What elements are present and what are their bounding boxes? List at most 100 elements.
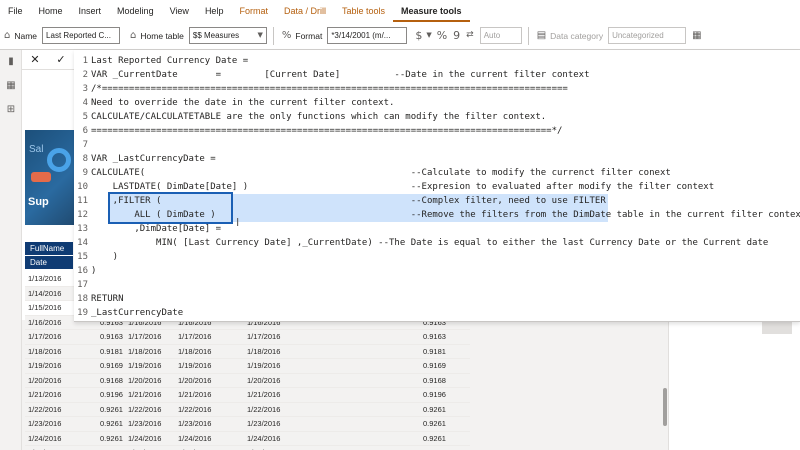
table-cell: 0.9217 bbox=[100, 446, 123, 450]
table-cell: 1/22/2016 bbox=[128, 404, 162, 414]
code-line[interactable]: 7 bbox=[74, 138, 800, 152]
code-line[interactable]: 5 CALCULATE/CALCULATETABLE are the only f… bbox=[74, 110, 800, 124]
table-cell: 1/14/2016 bbox=[28, 288, 62, 298]
line-number: 12 bbox=[77, 210, 88, 220]
table-cell: 1/19/2016 bbox=[178, 361, 212, 370]
text-cursor-icon: I bbox=[236, 216, 240, 229]
home-table-label: Home table bbox=[140, 30, 184, 41]
line-number: 14 bbox=[77, 238, 88, 248]
code-line[interactable]: 16) bbox=[74, 264, 800, 278]
table-cell: 0.9196 bbox=[100, 390, 123, 399]
table-cell: 1/25/2016 bbox=[28, 446, 61, 450]
code-line[interactable]: 10 LASTDATE( DimDate[Date] ) --Expresion… bbox=[74, 180, 800, 194]
code-text: VAR _LastCurrencyDate = bbox=[91, 154, 216, 164]
home-table-dropdown[interactable]: $$ Measures ▼ bbox=[188, 27, 267, 44]
tab-format[interactable]: Format bbox=[231, 0, 276, 22]
ribbon-toolbar: ⌂ Name Last Reported C... ⌂ Home table $… bbox=[0, 22, 800, 50]
cancel-icon[interactable]: ✕ bbox=[30, 53, 39, 66]
name-input[interactable]: Last Reported C... bbox=[42, 27, 121, 44]
tab-data-drill[interactable]: Data / Drill bbox=[276, 0, 334, 22]
code-line[interactable]: 17 bbox=[74, 278, 800, 292]
table-cell: 1/24/2016 bbox=[28, 433, 62, 443]
code-line[interactable]: 18 RETURN bbox=[74, 292, 800, 306]
code-line[interactable]: 12 ALL ( DimDate ) --Remove the filters … bbox=[74, 208, 800, 222]
tab-view[interactable]: View bbox=[162, 0, 197, 22]
tab-table-tools[interactable]: Table tools bbox=[334, 0, 393, 22]
table-cell: 1/18/2016 bbox=[247, 346, 281, 356]
code-line[interactable]: 9 CALCULATE( --Calculate to modify the cu… bbox=[74, 166, 800, 180]
table-row: 1/23/2016 0.9261 1/23/2016 1/23/2016 1/23/20… bbox=[25, 417, 470, 432]
tab-home[interactable]: Home bbox=[31, 0, 71, 22]
tab-help[interactable]: Help bbox=[197, 0, 232, 22]
data-view-icon[interactable]: ▦ bbox=[5, 80, 17, 92]
code-line[interactable]: 13 ,DimDate[Date] = bbox=[74, 222, 800, 236]
table-cell: 1/18/2016 bbox=[178, 346, 212, 356]
code-line[interactable]: 2 VAR _CurrentDate = [Current Date] --Dat… bbox=[74, 68, 800, 82]
power-bi-window: File Home Insert Modeling View Help Form… bbox=[0, 0, 800, 450]
table-cell: 0.9163 bbox=[100, 332, 123, 341]
table-cell: 0.9169 bbox=[100, 361, 123, 370]
code-line[interactable]: 1 Last Reported Currency Date = bbox=[74, 54, 800, 68]
format-value: *3/14/2001 (m/... bbox=[331, 31, 391, 40]
table-scrollbar-thumb[interactable] bbox=[663, 388, 667, 426]
code-text: CALCULATE( --Calculate to modify the cur… bbox=[91, 168, 671, 178]
table-cell: 1/24/2016 bbox=[128, 433, 162, 443]
percent-icon[interactable]: % bbox=[437, 30, 447, 41]
table-cell: 1/21/2016 bbox=[247, 390, 281, 399]
code-line[interactable]: 19 _LastCurrencyDate bbox=[74, 306, 800, 320]
code-line[interactable]: 8 VAR _LastCurrencyDate = bbox=[74, 152, 800, 166]
table-row: 1/19/2016 0.9169 1/19/2016 1/19/2016 1/19/20… bbox=[25, 359, 470, 374]
table-cell: 1/21/2016 bbox=[178, 390, 212, 399]
tab-measure-tools[interactable]: Measure tools bbox=[393, 0, 470, 22]
table-cell: 0.9181 bbox=[100, 346, 123, 356]
table-cell: 1/16/2016 bbox=[28, 317, 62, 327]
table-row: 1/20/2016 0.9168 1/20/2016 1/20/2016 1/20/20… bbox=[25, 373, 470, 388]
code-text: VAR _CurrentDate = [Current Date] --Date… bbox=[91, 70, 590, 80]
code-text: Need to override the date in the current… bbox=[91, 98, 395, 108]
code-text: ) bbox=[91, 252, 119, 262]
code-text: ) bbox=[91, 266, 97, 276]
code-line[interactable]: 11 ,FILTER ( --Complex filter, need to u… bbox=[74, 194, 800, 208]
table-cell: 1/19/2016 bbox=[128, 361, 162, 370]
table-cell: 0.9181 bbox=[423, 346, 446, 356]
code-line[interactable]: 15 ) bbox=[74, 250, 800, 264]
code-text: _LastCurrencyDate bbox=[91, 308, 184, 318]
column-header-date[interactable]: Date bbox=[25, 256, 73, 269]
code-line[interactable]: 14 MIN( [Last Currency Date] ,_CurrentDa… bbox=[74, 236, 800, 250]
table-cell: 1/25/2016 bbox=[247, 446, 280, 450]
table-cell: 1/20/2016 bbox=[247, 375, 281, 385]
code-line[interactable]: 3/*=====================================… bbox=[74, 82, 800, 96]
tab-insert[interactable]: Insert bbox=[71, 0, 110, 22]
currency-icon[interactable]: $ bbox=[415, 30, 422, 41]
column-header-fullname[interactable]: FullName bbox=[25, 242, 73, 255]
table-cell: 0.9168 bbox=[423, 375, 446, 385]
table-cell: 1/25/2016 bbox=[178, 446, 211, 450]
code-line[interactable]: 6 =======================================… bbox=[74, 124, 800, 138]
data-category-dropdown[interactable]: Uncategorized bbox=[608, 27, 687, 44]
data-category-group: ▤ Data category Uncategorized ▦ bbox=[533, 26, 702, 46]
comma-style-icon[interactable]: 9 bbox=[453, 30, 460, 41]
dax-formula-editor[interactable]: 1 Last Reported Currency Date = 2 VAR _Curr… bbox=[74, 50, 800, 322]
code-text: MIN( [Last Currency Date] ,_CurrentDate)… bbox=[91, 238, 769, 248]
line-number: 16 bbox=[77, 266, 88, 276]
decimal-icon[interactable]: ⇄ bbox=[466, 31, 474, 40]
code-text: ========================================… bbox=[91, 126, 563, 136]
table-cell: 0.9168 bbox=[100, 375, 123, 385]
decimal-places-input[interactable]: Auto bbox=[479, 27, 522, 44]
model-view-icon[interactable]: ⊞ bbox=[5, 104, 17, 116]
table-cell: 0.9261 bbox=[423, 404, 446, 414]
table-cell: 0.9261 bbox=[100, 419, 123, 428]
format-dropdown[interactable]: *3/14/2001 (m/... bbox=[327, 27, 408, 44]
code-line[interactable]: 4 Need to override the date in the curren… bbox=[74, 96, 800, 110]
data-category-label: Data category bbox=[550, 30, 604, 41]
table-cell: 1/25/2016 bbox=[128, 446, 161, 450]
table-cell: 1/21/2016 bbox=[128, 390, 162, 399]
tab-file[interactable]: File bbox=[0, 0, 31, 22]
tab-modeling[interactable]: Modeling bbox=[109, 0, 162, 22]
report-view-icon[interactable]: ▮ bbox=[5, 56, 17, 68]
commit-icon[interactable]: ✓ bbox=[56, 53, 65, 66]
line-number: 17 bbox=[77, 280, 88, 290]
table-cell: 0.9217 bbox=[423, 446, 446, 450]
line-number: 5 bbox=[82, 112, 88, 122]
table-cell: 0.9261 bbox=[100, 433, 123, 443]
